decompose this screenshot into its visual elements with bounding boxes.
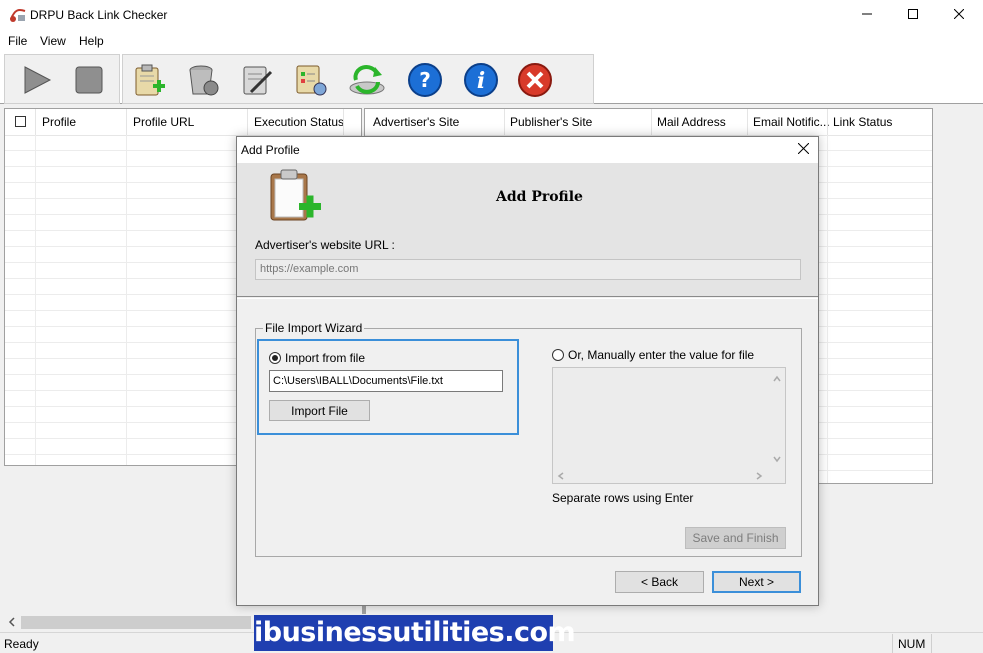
app-logo-icon — [9, 7, 27, 23]
import-file-button[interactable]: Import File — [269, 400, 370, 421]
maximize-button[interactable] — [890, 0, 936, 30]
delete-profile-icon — [185, 62, 221, 101]
file-import-wizard-legend: File Import Wizard — [263, 321, 365, 335]
scroll-left-icon[interactable] — [7, 616, 17, 631]
menu-bar: File View Help — [0, 30, 983, 52]
select-all-checkbox[interactable] — [15, 116, 26, 127]
menu-view[interactable]: View — [40, 34, 66, 48]
close-window-button[interactable] — [936, 0, 982, 30]
menu-file[interactable]: File — [8, 34, 27, 48]
start-button[interactable] — [19, 63, 55, 99]
file-path-input[interactable]: C:\Users\IBALL\Documents\File.txt — [269, 370, 503, 392]
dialog-title: Add Profile — [241, 143, 300, 157]
add-profile-button[interactable] — [131, 63, 167, 99]
minimize-icon — [862, 8, 872, 22]
scroll-down-icon[interactable] — [772, 452, 782, 466]
scroll-left-icon[interactable] — [557, 470, 565, 484]
col-execution-status[interactable]: Execution Status — [254, 115, 344, 129]
menu-help[interactable]: Help — [79, 34, 104, 48]
svg-text:?: ? — [419, 68, 431, 92]
profile-settings-button[interactable] — [293, 63, 329, 99]
profile-grid-header: Profile Profile URL Execution Status — [5, 109, 361, 136]
close-icon — [797, 142, 809, 157]
close-icon — [953, 8, 965, 22]
delete-profile-button[interactable] — [185, 63, 221, 99]
horizontal-scroll-thumb[interactable] — [21, 616, 251, 629]
import-from-file-panel: Import from file C:\Users\IBALL\Document… — [257, 339, 519, 435]
dialog-titlebar: Add Profile — [237, 137, 818, 163]
manual-entry-radio[interactable] — [552, 349, 564, 361]
col-link-status[interactable]: Link Status — [833, 115, 892, 129]
add-profile-dialog: Add Profile Add Profile Advertiser's web… — [236, 136, 819, 606]
add-profile-icon — [267, 167, 323, 223]
stop-icon — [73, 64, 105, 99]
scroll-right-icon[interactable] — [755, 470, 763, 484]
play-icon — [21, 64, 53, 99]
dialog-close-button[interactable] — [789, 137, 817, 163]
window-title: DRPU Back Link Checker — [30, 8, 168, 22]
advertiser-url-input[interactable]: https://example.com — [255, 259, 801, 280]
dialog-heading: Add Profile — [496, 189, 583, 205]
stop-button[interactable] — [71, 63, 107, 99]
import-from-file-radio[interactable] — [269, 352, 281, 364]
toolbar-group-run — [4, 54, 120, 104]
svg-text:i: i — [477, 68, 485, 94]
separate-rows-hint: Separate rows using Enter — [552, 491, 694, 505]
dialog-separator — [237, 298, 818, 299]
refresh-button[interactable] — [349, 63, 385, 99]
scroll-up-icon[interactable] — [772, 372, 782, 386]
advertiser-url-label: Advertiser's website URL : — [255, 238, 395, 252]
info-icon: i — [463, 62, 499, 101]
help-icon: ? — [407, 62, 443, 101]
manual-entry-label[interactable]: Or, Manually enter the value for file — [568, 348, 754, 362]
save-and-finish-button[interactable]: Save and Finish — [685, 527, 786, 549]
manual-vertical-scrollbar[interactable] — [769, 368, 785, 468]
col-email-notification[interactable]: Email Notific... — [753, 115, 830, 129]
add-profile-icon — [131, 62, 167, 101]
num-lock-indicator: NUM — [892, 634, 932, 653]
col-mail-address[interactable]: Mail Address — [657, 115, 726, 129]
edit-profile-icon — [239, 62, 275, 101]
edit-profile-button[interactable] — [239, 63, 275, 99]
manual-entry-textarea[interactable] — [552, 367, 786, 484]
toolbar-group-actions: ? i — [122, 54, 594, 104]
results-grid-header: Advertiser's Site Publisher's Site Mail … — [365, 109, 932, 136]
info-button[interactable]: i — [463, 62, 499, 101]
next-button[interactable]: Next > — [712, 571, 801, 593]
col-profile-url[interactable]: Profile URL — [133, 115, 194, 129]
settings-profile-icon — [293, 62, 329, 101]
back-button[interactable]: < Back — [615, 571, 704, 593]
minimize-button[interactable] — [844, 0, 890, 30]
status-text: Ready — [4, 637, 39, 651]
toolbar: ? i — [0, 52, 983, 104]
import-from-file-label[interactable]: Import from file — [285, 351, 365, 365]
help-button[interactable]: ? — [407, 62, 443, 101]
col-profile[interactable]: Profile — [42, 115, 76, 129]
watermark-banner: ibusinessutilities.com — [254, 615, 576, 651]
manual-horizontal-scrollbar[interactable] — [553, 467, 769, 483]
num-lock-text: NUM — [898, 637, 926, 651]
refresh-icon — [347, 62, 387, 101]
exit-button[interactable] — [517, 62, 553, 101]
dialog-header: Add Profile Advertiser's website URL : h… — [237, 163, 818, 297]
window-titlebar: DRPU Back Link Checker — [0, 0, 983, 30]
col-publishers-site[interactable]: Publisher's Site — [510, 115, 592, 129]
col-advertisers-site[interactable]: Advertiser's Site — [373, 115, 459, 129]
maximize-icon — [908, 8, 918, 22]
exit-icon — [517, 62, 553, 101]
